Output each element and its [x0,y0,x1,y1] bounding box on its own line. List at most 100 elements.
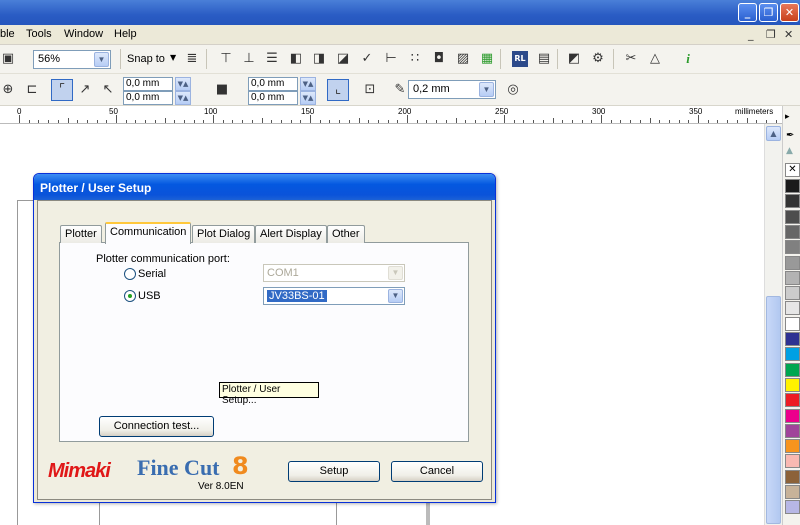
plot-icon[interactable]: ◩ [566,51,582,67]
trim-icon[interactable]: ✓ [359,51,375,67]
ruler-tick [261,118,263,123]
palette-play-icon[interactable]: ▸ [785,112,790,122]
scroll-thumb[interactable] [766,296,781,524]
height-field[interactable]: 0,0 mm [248,91,298,105]
height-value: 0,0 mm [251,92,285,103]
color-swatch[interactable] [785,316,800,331]
doc-close-icon[interactable]: ✕ [784,28,793,41]
info-icon[interactable]: i [680,51,696,67]
color-swatch[interactable] [785,423,800,438]
group-icon[interactable]: ⊤ [218,51,234,67]
zoom-combo[interactable]: 56% ▼ [33,50,111,69]
ungroup-icon[interactable]: ⊥ [241,51,257,67]
rl-icon[interactable]: RL [512,51,528,67]
square-icon[interactable]: ■ [214,82,230,98]
ruler-tick [193,120,195,123]
tab-plot-dialog[interactable]: Plot Dialog [192,225,256,243]
back-icon[interactable]: ◨ [311,51,327,67]
color-swatch[interactable] [785,500,800,515]
no-color-swatch[interactable]: ✕ [785,163,800,177]
color-swatch[interactable] [785,270,800,285]
outline-width-value: 0,2 mm [413,83,450,95]
serial-radio[interactable] [124,268,136,280]
node-tool-icon[interactable]: ⊕ [0,82,16,98]
width-spin-icon[interactable]: ▼▲ [300,77,316,91]
tool-icon[interactable]: ✂ [623,51,639,67]
menu-table[interactable]: ble [0,28,15,40]
width-field[interactable]: 0,0 mm [248,77,298,91]
bezier-icon[interactable]: ↖ [100,82,116,98]
close-icon[interactable]: ✕ [780,3,799,22]
menu-window[interactable]: Window [64,28,103,40]
color-swatch[interactable] [785,393,800,408]
color-swatch[interactable] [785,439,800,454]
color-swatch[interactable] [785,179,800,193]
triangle-icon[interactable]: △ [647,51,663,67]
minimize-icon[interactable]: _ [738,3,757,22]
x-spin-icon[interactable]: ▼▲ [175,77,191,91]
y-spin-icon[interactable]: ▼▲ [175,91,191,105]
ruler-tick [610,120,612,123]
align-icon[interactable]: ≣ [184,51,200,67]
color-swatch[interactable] [785,362,800,377]
tab-alert-display[interactable]: Alert Display [255,225,327,243]
color-swatch[interactable] [785,301,800,316]
snap-dropdown-icon[interactable]: ▼ [170,53,176,62]
doc-minimize-icon[interactable]: _ [748,28,754,41]
vertical-scrollbar[interactable]: ▲ [764,124,782,525]
shape-icon[interactable]: ⊢ [383,51,399,67]
color-swatch[interactable] [785,224,800,239]
transform-icon[interactable]: ◎ [505,82,521,98]
tab-plotter[interactable]: Plotter [60,225,102,243]
ruler-tick [310,115,311,123]
x-position-field[interactable]: 0,0 mm [123,77,173,91]
combine-icon[interactable]: ◪ [335,51,351,67]
grid-icon[interactable]: ▦ [479,51,495,67]
hatch-icon[interactable]: ▨ [455,51,471,67]
color-swatch[interactable] [785,209,800,224]
ruler-tick [213,115,214,123]
front-icon[interactable]: ◧ [288,51,304,67]
color-swatch[interactable] [785,286,800,301]
ruler-tick [571,120,573,123]
color-swatch[interactable] [785,332,800,346]
tab-communication[interactable]: Communication [105,222,192,244]
ruler-tick [19,115,20,123]
color-swatch[interactable] [785,485,800,499]
scroll-up-icon[interactable]: ▲ [766,126,781,141]
align-left-icon[interactable]: ⊏ [24,82,40,98]
eyedropper-icon[interactable]: ✒ [786,130,794,141]
outline-width-combo[interactable]: 0,2 mm ▼ [408,80,496,99]
palette-up-icon[interactable]: ▲ [786,146,793,156]
setup-button[interactable]: Setup [288,461,380,482]
window-icon[interactable]: ▤ [536,51,552,67]
height-spin-icon[interactable]: ▼▲ [300,91,316,105]
color-swatch[interactable] [785,255,800,270]
color-swatch[interactable] [785,469,800,484]
color-swatch[interactable] [785,194,800,209]
color-swatch[interactable] [785,408,800,423]
color-swatch[interactable] [785,377,800,392]
doc-restore-icon[interactable]: ❐ [766,28,776,41]
distribute-icon[interactable]: ☰ [264,51,280,67]
cancel-button[interactable]: Cancel [391,461,483,482]
y-position-field[interactable]: 0,0 mm [123,91,173,105]
frame-icon[interactable]: ◘ [431,51,447,67]
usb-radio[interactable] [124,290,136,302]
connection-test-button[interactable]: Connection test... [99,416,214,437]
menu-help[interactable]: Help [114,28,137,40]
color-swatch[interactable] [785,240,800,255]
ruler-tick [48,120,50,123]
menu-tools[interactable]: Tools [26,28,52,40]
wrap-icon[interactable]: ⊡ [362,82,378,98]
snap-to-menu[interactable]: Snap to [127,53,165,65]
usb-device-select[interactable]: JV33BS-01 ▼ [263,287,405,305]
import-icon[interactable]: ▣ [0,51,16,67]
color-swatch[interactable] [785,347,800,362]
plotter-setup-icon[interactable]: ⚙ [590,51,606,67]
color-swatch[interactable] [785,454,800,469]
curve-icon[interactable]: ↗ [77,82,93,98]
restore-icon[interactable]: ❐ [759,3,778,22]
nodes-icon[interactable]: ∷ [407,51,423,67]
tab-other[interactable]: Other [327,225,365,243]
